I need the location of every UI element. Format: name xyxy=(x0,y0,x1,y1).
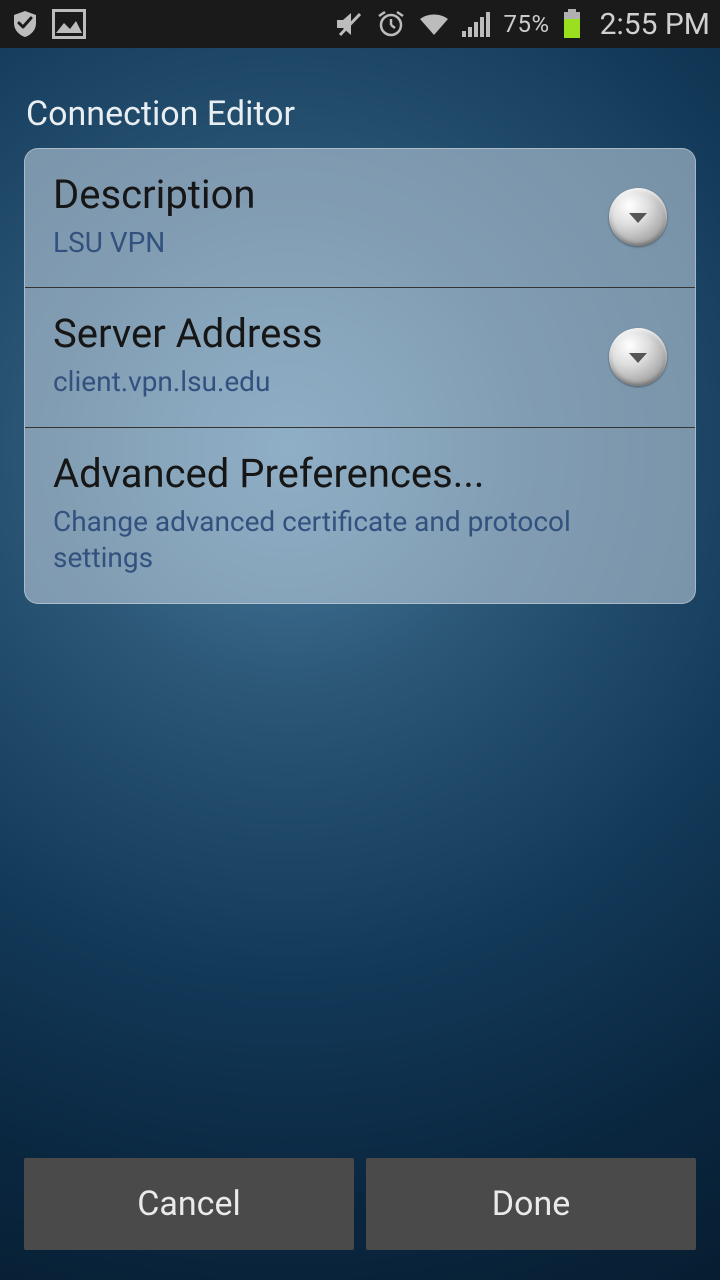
wifi-icon xyxy=(418,11,450,37)
page-title: Connection Editor xyxy=(0,48,720,148)
cancel-button[interactable]: Cancel xyxy=(24,1158,354,1250)
expand-button[interactable] xyxy=(609,188,667,246)
chevron-down-icon xyxy=(624,203,652,231)
chevron-down-icon xyxy=(624,343,652,371)
row-text: Description LSU VPN xyxy=(53,173,593,261)
row-title: Server Address xyxy=(53,312,593,356)
battery-percent: 75% xyxy=(504,10,550,38)
row-text: Server Address client.vpn.lsu.edu xyxy=(53,312,593,400)
signal-icon xyxy=(462,11,492,37)
status-right: 75% 2:55 PM xyxy=(334,7,710,42)
status-bar: 75% 2:55 PM xyxy=(0,0,720,48)
row-text: Advanced Preferences... Change advanced … xyxy=(53,452,667,577)
row-title: Advanced Preferences... xyxy=(53,452,667,496)
check-badge-icon xyxy=(10,9,40,39)
expand-button[interactable] xyxy=(609,328,667,386)
row-subtitle: Change advanced certificate and protocol… xyxy=(53,504,667,577)
status-clock: 2:55 PM xyxy=(600,7,710,42)
row-value: LSU VPN xyxy=(53,225,593,261)
row-server-address[interactable]: Server Address client.vpn.lsu.edu xyxy=(25,287,695,426)
image-icon xyxy=(52,9,86,39)
done-button[interactable]: Done xyxy=(366,1158,696,1250)
row-value: client.vpn.lsu.edu xyxy=(53,364,593,400)
row-title: Description xyxy=(53,173,593,217)
bottom-bar: Cancel Done xyxy=(0,1158,720,1280)
row-advanced-preferences[interactable]: Advanced Preferences... Change advanced … xyxy=(25,427,695,603)
mute-icon xyxy=(334,10,364,38)
alarm-icon xyxy=(376,9,406,39)
battery-icon xyxy=(562,9,582,39)
row-description[interactable]: Description LSU VPN xyxy=(25,149,695,287)
status-left xyxy=(10,9,86,39)
settings-card: Description LSU VPN Server Address clien… xyxy=(24,148,696,604)
